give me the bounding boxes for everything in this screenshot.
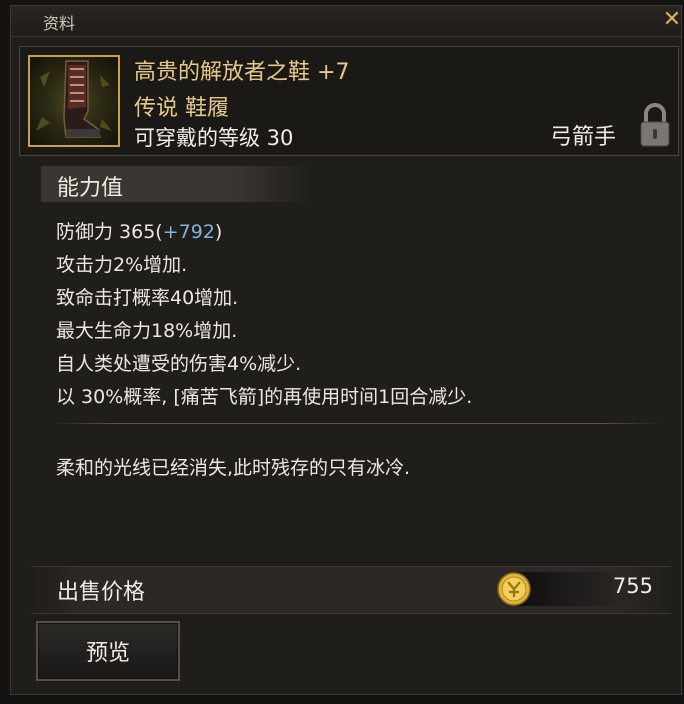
- item-grade: 传说 鞋履: [134, 96, 229, 121]
- gold-coin-icon: [497, 572, 531, 606]
- stat-line: 以 30%概率, [痛苦飞箭]的再使用时间1回合减少.: [56, 386, 473, 408]
- stats-list: 防御力 365(+792) 攻击力2%增加. 致命击打概率40增加. 最大生命力…: [56, 216, 472, 414]
- abilities-title: 能力值: [57, 176, 124, 201]
- required-level: 可穿戴的等级 30: [134, 126, 294, 150]
- required-class: 弓箭手: [550, 125, 617, 150]
- window-title: 资料: [43, 14, 76, 33]
- enhance-level: +7: [317, 60, 350, 85]
- stat-line: 攻击力2%增加.: [56, 254, 188, 276]
- sell-price-value: 755: [612, 574, 653, 598]
- stat-line: 最大生命力18%增加.: [56, 320, 238, 342]
- defense-label: 防御力 365(: [56, 221, 163, 243]
- divider: [51, 423, 663, 424]
- preview-button[interactable]: 预览: [36, 621, 180, 681]
- stat-line: 自人类处遭受的伤害4%减少.: [56, 353, 302, 375]
- sell-price-label: 出售价格: [57, 580, 146, 605]
- defense-close: ): [214, 221, 223, 243]
- boot-icon: [28, 55, 120, 147]
- defense-stat: 防御力 365(+792): [56, 216, 472, 249]
- stat-line: 致命击打概率40增加.: [56, 287, 239, 309]
- close-icon[interactable]: ✕: [661, 9, 683, 31]
- defense-bonus: +792: [162, 221, 215, 243]
- item-info-window: 资料 ✕ 高贵的解放者之鞋 +7 传说 鞋履 可穿戴的等级 30 弓箭手 能力值: [10, 5, 682, 695]
- lock-icon: [640, 103, 670, 147]
- item-name-text: 高贵的解放者之鞋: [134, 60, 311, 85]
- item-header: 高贵的解放者之鞋 +7 传说 鞋履 可穿戴的等级 30 弓箭手: [19, 46, 679, 156]
- title-bar: 资料 ✕: [11, 6, 681, 37]
- item-name: 高贵的解放者之鞋 +7: [134, 54, 349, 86]
- flavor-text: 柔和的光线已经消失,此时残存的只有冰冷.: [56, 457, 411, 479]
